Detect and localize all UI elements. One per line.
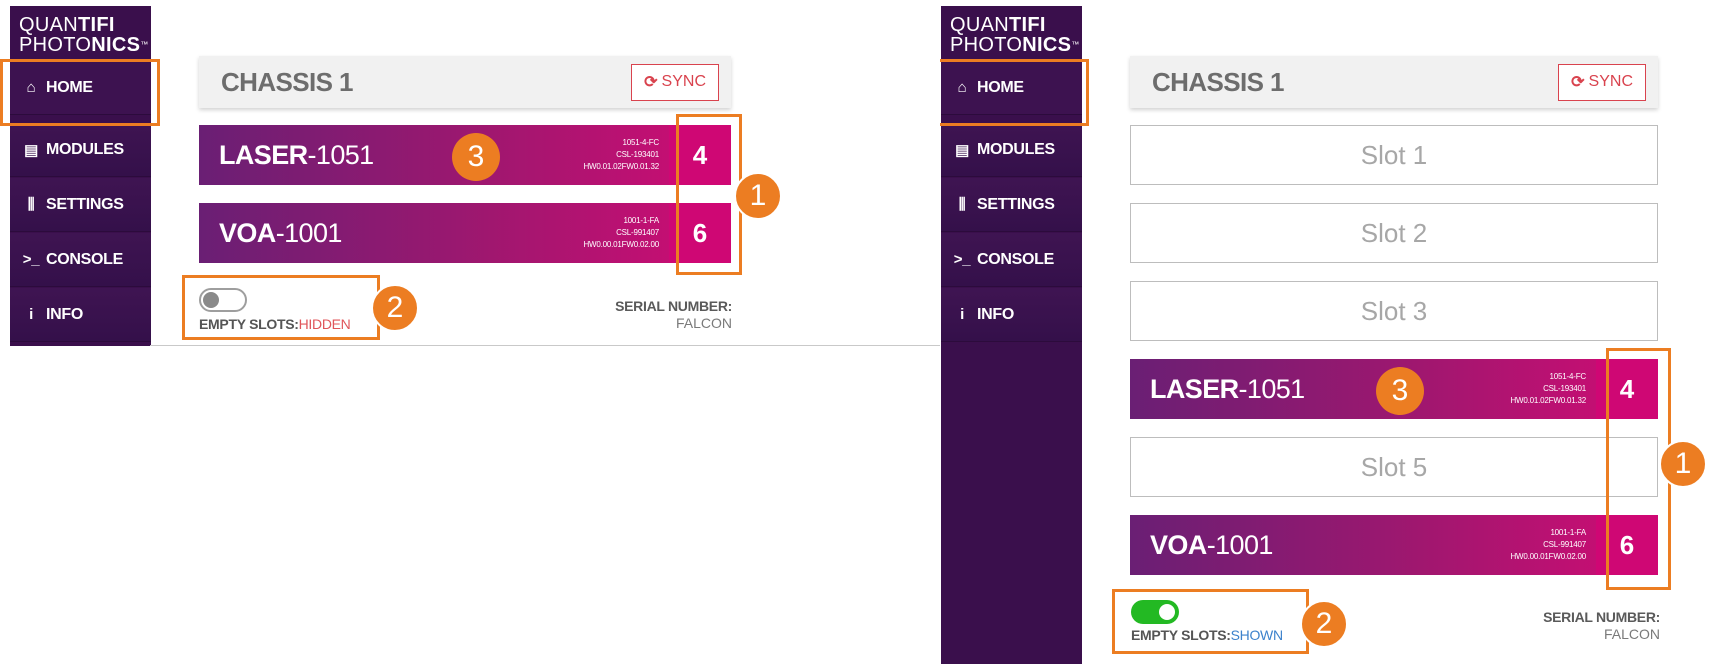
nav-console[interactable]: >_ CONSOLE: [941, 233, 1082, 287]
callout-1: 1: [734, 172, 782, 220]
panel-shown-slots: QUANTIFI PHOTONICS™ ⌂ HOME ▤ MODULES ⫼ SETT…: [940, 0, 1711, 664]
chassis-title: CHASSIS 1: [1152, 66, 1284, 97]
module-meta: 1001-1-FA CSL-991407 HW0.00.01FW0.02.00: [1510, 528, 1586, 561]
nav-modules[interactable]: ▤ MODULES: [10, 123, 151, 177]
serial-number: SERIAL NUMBER: FALCON: [615, 298, 732, 331]
highlight-slot-numbers: [676, 114, 742, 275]
settings-sliders-icon: ⫼: [27, 196, 35, 213]
module-name: VOA-1001: [1150, 529, 1273, 560]
nav-info[interactable]: i INFO: [10, 288, 151, 342]
callout-3: 3: [1376, 367, 1424, 415]
quantifi-logo: QUANTIFI PHOTONICS™: [950, 14, 1080, 56]
module-meta: 1001-1-FA CSL-991407 HW0.00.01FW0.02.00: [583, 216, 659, 249]
highlight-empty-slots: [182, 275, 380, 340]
sync-icon: ⟳: [644, 74, 658, 91]
nav-settings[interactable]: ⫼ SETTINGS: [10, 178, 151, 232]
highlight-empty-slots: [1112, 589, 1309, 654]
sidebar: QUANTIFI PHOTONICS™ ⌂ HOME ▤ MODULES ⫼ SETT…: [10, 6, 151, 346]
callout-1: 1: [1659, 440, 1707, 488]
modules-icon: ▤: [955, 141, 969, 159]
module-meta: 1051-4-FC CSL-193401 HW0.01.02FW0.01.32: [583, 138, 659, 171]
module-card-voa[interactable]: VOA-1001 1001-1-FA CSL-991407 HW0.00.01FW0…: [199, 203, 731, 263]
panel-hidden-slots: QUANTIFI PHOTONICS™ ⌂ HOME ▤ MODULES ⫼ SETT…: [0, 0, 940, 346]
module-meta: 1051-4-FC CSL-193401 HW0.01.02FW0.01.32: [1510, 372, 1586, 405]
nav-console[interactable]: >_ CONSOLE: [10, 233, 151, 287]
highlight-home: [940, 59, 1089, 126]
empty-slot-5[interactable]: Slot 5: [1130, 437, 1658, 497]
console-prompt-icon: >_: [953, 251, 971, 268]
console-prompt-icon: >_: [22, 251, 40, 268]
empty-slot-3[interactable]: Slot 3: [1130, 281, 1658, 341]
serial-number: SERIAL NUMBER: FALCON: [1543, 609, 1660, 642]
chassis-title: CHASSIS 1: [221, 66, 353, 97]
empty-slot-1[interactable]: Slot 1: [1130, 125, 1658, 185]
nav-settings[interactable]: ⫼ SETTINGS: [941, 178, 1082, 232]
settings-sliders-icon: ⫼: [958, 196, 966, 213]
chassis-header: CHASSIS 1 ⟳ SYNC: [199, 56, 731, 108]
module-name: VOA-1001: [219, 217, 342, 248]
sync-icon: ⟳: [1571, 74, 1585, 91]
sync-button[interactable]: ⟳ SYNC: [1558, 63, 1646, 101]
chassis-header: CHASSIS 1 ⟳ SYNC: [1130, 56, 1658, 108]
modules-icon: ▤: [24, 141, 38, 159]
callout-2: 2: [371, 284, 419, 332]
sync-button[interactable]: ⟳ SYNC: [631, 63, 719, 101]
empty-slot-2[interactable]: Slot 2: [1130, 203, 1658, 263]
quantifi-logo: QUANTIFI PHOTONICS™: [19, 14, 149, 56]
highlight-home: [0, 59, 160, 126]
module-card-voa[interactable]: VOA-1001 1001-1-FA CSL-991407 HW0.00.01FW0…: [1130, 515, 1658, 575]
callout-3: 3: [452, 133, 500, 181]
nav-info[interactable]: i INFO: [941, 288, 1082, 342]
callout-2: 2: [1300, 600, 1348, 648]
module-name: LASER-1051: [219, 139, 374, 170]
module-name: LASER-1051: [1150, 373, 1305, 404]
divider: [150, 345, 940, 346]
info-icon: i: [29, 306, 33, 323]
info-icon: i: [960, 306, 964, 323]
nav-modules[interactable]: ▤ MODULES: [941, 123, 1082, 177]
